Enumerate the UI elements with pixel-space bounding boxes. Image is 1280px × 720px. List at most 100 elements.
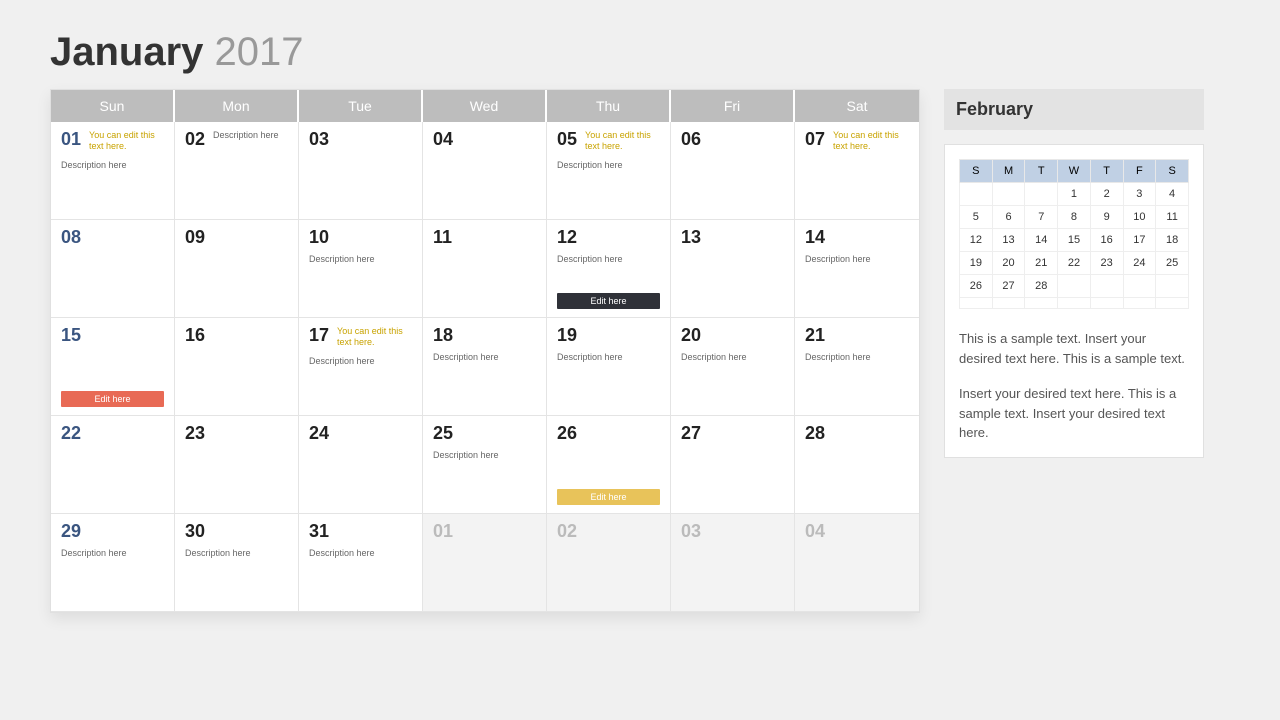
day-number: 05 xyxy=(557,130,577,148)
day-number: 06 xyxy=(681,130,701,148)
mini-weekday-header: M xyxy=(992,160,1025,183)
weekday-header: Wed xyxy=(423,90,547,122)
mini-day-cell: 13 xyxy=(992,229,1025,252)
calendar-cell[interactable]: 28 xyxy=(795,416,919,514)
day-number: 02 xyxy=(557,522,577,540)
calendar-cell[interactable]: 31Description here xyxy=(299,514,423,612)
calendar-cell[interactable]: 20Description here xyxy=(671,318,795,416)
mini-day-cell: 17 xyxy=(1123,229,1156,252)
calendar-cell[interactable]: 02 Description here xyxy=(175,122,299,220)
mini-day-cell: 20 xyxy=(992,252,1025,275)
mini-weekday-header: W xyxy=(1058,160,1091,183)
sidebar-text: This is a sample text. Insert your desir… xyxy=(959,329,1189,443)
calendar-cell[interactable]: 08 xyxy=(51,220,175,318)
mini-weekday-header: F xyxy=(1123,160,1156,183)
day-number: 19 xyxy=(557,326,577,344)
sidebar-para-1: This is a sample text. Insert your desir… xyxy=(959,329,1189,368)
mini-day-cell xyxy=(960,183,993,206)
cell-hint: You can edit this text here. xyxy=(585,130,655,152)
day-number: 10 xyxy=(309,228,329,246)
day-number: 09 xyxy=(185,228,205,246)
mini-day-cell: 22 xyxy=(1058,252,1091,275)
calendar-header: SunMonTueWedThuFriSat xyxy=(51,90,919,122)
day-number: 12 xyxy=(557,228,577,246)
calendar-cell[interactable]: 26 Edit here xyxy=(547,416,671,514)
calendar-cell[interactable]: 25Description here xyxy=(423,416,547,514)
calendar-cell[interactable]: 09 xyxy=(175,220,299,318)
mini-day-cell xyxy=(992,183,1025,206)
calendar-cell[interactable]: 23 xyxy=(175,416,299,514)
mini-day-cell: 24 xyxy=(1123,252,1156,275)
day-number: 01 xyxy=(61,130,81,148)
mini-day-cell xyxy=(992,298,1025,309)
day-number: 08 xyxy=(61,228,81,246)
event-badge[interactable]: Edit here xyxy=(61,391,164,407)
mini-day-cell xyxy=(1025,298,1058,309)
event-badge[interactable]: Edit here xyxy=(557,489,660,505)
calendar-cell[interactable]: 27 xyxy=(671,416,795,514)
calendar-cell[interactable]: 12 Description here Edit here xyxy=(547,220,671,318)
calendar-cell[interactable]: 02 xyxy=(547,514,671,612)
main-calendar: SunMonTueWedThuFriSat 01 You can edit thi… xyxy=(50,89,920,613)
calendar-cell[interactable]: 03 xyxy=(671,514,795,612)
mini-calendar: SMTWTFS123456789101112131415161718192021… xyxy=(959,159,1189,309)
calendar-cell[interactable]: 24 xyxy=(299,416,423,514)
day-number: 21 xyxy=(805,326,825,344)
day-number: 03 xyxy=(681,522,701,540)
calendar-cell[interactable]: 29Description here xyxy=(51,514,175,612)
calendar-cell[interactable]: 30Description here xyxy=(175,514,299,612)
calendar-cell[interactable]: 22 xyxy=(51,416,175,514)
mini-day-cell: 8 xyxy=(1058,206,1091,229)
mini-weekday-header: S xyxy=(1156,160,1189,183)
calendar-cell[interactable]: 15Edit here xyxy=(51,318,175,416)
cell-description: Description here xyxy=(61,160,164,170)
mini-weekday-header: T xyxy=(1025,160,1058,183)
calendar-cell[interactable]: 06 xyxy=(671,122,795,220)
mini-day-cell: 11 xyxy=(1156,206,1189,229)
day-number: 20 xyxy=(681,326,701,344)
mini-day-cell: 1 xyxy=(1058,183,1091,206)
calendar-cell[interactable]: 11 xyxy=(423,220,547,318)
calendar-cell[interactable]: 07You can edit this text here. xyxy=(795,122,919,220)
calendar-cell[interactable]: 04 xyxy=(795,514,919,612)
calendar-cell[interactable]: 17You can edit this text here.Descriptio… xyxy=(299,318,423,416)
calendar-cell[interactable]: 16 xyxy=(175,318,299,416)
day-number: 11 xyxy=(433,228,452,246)
cell-description: Description here xyxy=(61,548,164,558)
event-badge[interactable]: Edit here xyxy=(557,293,660,309)
day-number: 26 xyxy=(557,424,577,442)
mini-day-cell: 21 xyxy=(1025,252,1058,275)
calendar-cell[interactable]: 18 Description here xyxy=(423,318,547,416)
weekday-header: Sat xyxy=(795,90,919,122)
mini-day-cell: 25 xyxy=(1156,252,1189,275)
cell-hint: You can edit this text here. xyxy=(89,130,159,152)
mini-day-cell: 16 xyxy=(1090,229,1123,252)
calendar-cell[interactable]: 19Description here xyxy=(547,318,671,416)
sidebar-para-2: Insert your desired text here. This is a… xyxy=(959,384,1189,443)
calendar-cell[interactable]: 13 xyxy=(671,220,795,318)
calendar-cell[interactable]: 04 xyxy=(423,122,547,220)
calendar-cell[interactable]: 14Description here xyxy=(795,220,919,318)
day-number: 17 xyxy=(309,326,329,344)
day-number: 18 xyxy=(433,326,453,344)
day-number: 02 xyxy=(185,130,205,148)
calendar-cell[interactable]: 01 xyxy=(423,514,547,612)
cell-description: Description here xyxy=(213,130,279,141)
mini-day-cell: 4 xyxy=(1156,183,1189,206)
mini-day-cell xyxy=(1058,298,1091,309)
calendar-cell[interactable]: 05You can edit this text here.Descriptio… xyxy=(547,122,671,220)
calendar-cell[interactable]: 01 You can edit this text here. Descriptio… xyxy=(51,122,175,220)
mini-weekday-header: T xyxy=(1090,160,1123,183)
title-month: January xyxy=(50,30,203,74)
calendar-cell[interactable]: 10Description here xyxy=(299,220,423,318)
mini-day-cell: 12 xyxy=(960,229,993,252)
day-number: 24 xyxy=(309,424,329,442)
weekday-header: Mon xyxy=(175,90,299,122)
title-year: 2017 xyxy=(215,30,304,74)
cell-description: Description here xyxy=(557,254,660,264)
calendar-cell[interactable]: 03 xyxy=(299,122,423,220)
cell-description: Description here xyxy=(433,352,536,362)
calendar-cell[interactable]: 21Description here xyxy=(795,318,919,416)
day-number: 14 xyxy=(805,228,825,246)
weekday-header: Thu xyxy=(547,90,671,122)
